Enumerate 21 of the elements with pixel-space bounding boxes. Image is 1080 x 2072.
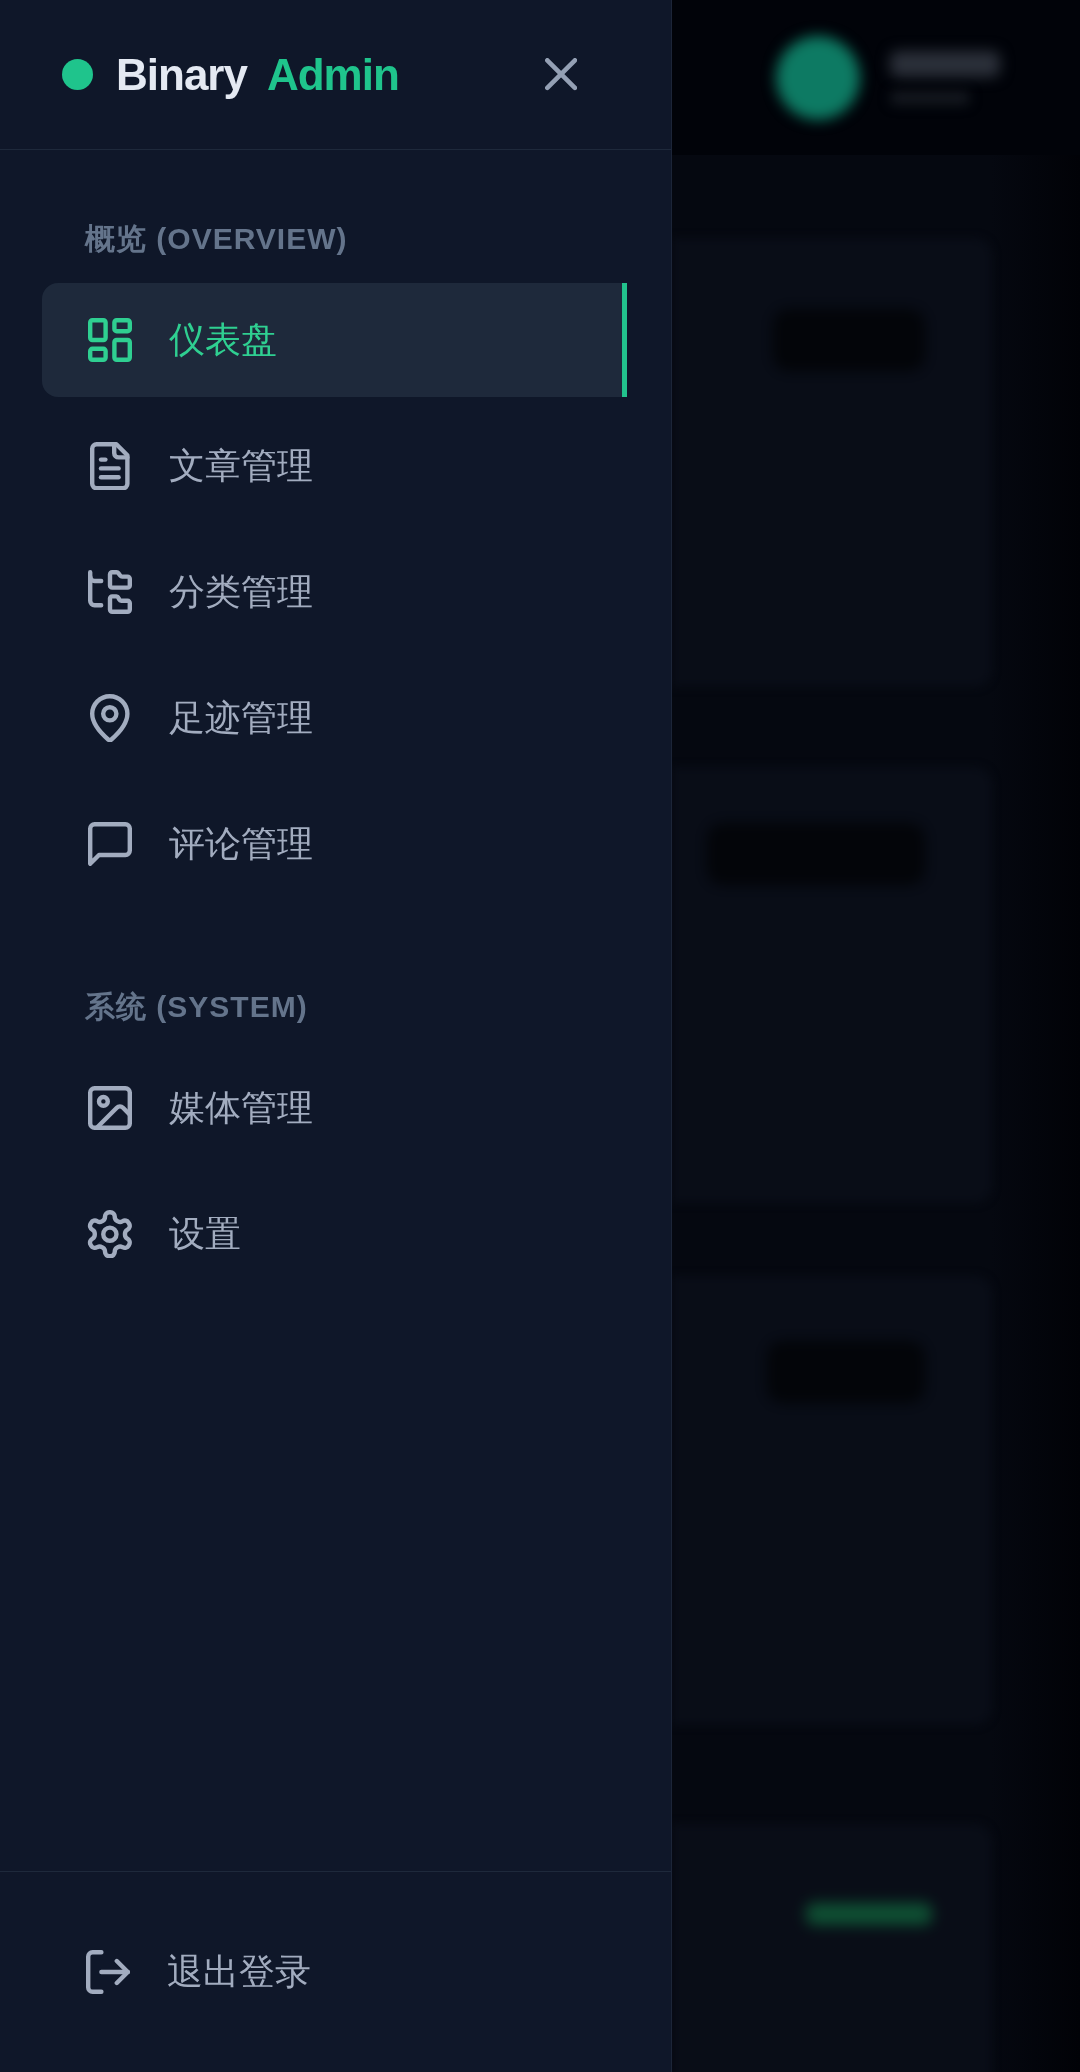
document-icon: [90, 441, 130, 491]
picture-icon: [88, 1086, 132, 1130]
nav-item[interactable]: 文章管理: [42, 409, 627, 523]
logo-text: Binary: [116, 52, 247, 97]
logout-button[interactable]: 退出登录: [40, 1915, 627, 2029]
nav-item[interactable]: 分类管理: [42, 535, 627, 649]
map-pin-icon: [90, 693, 130, 743]
nav-item[interactable]: 媒体管理: [42, 1051, 627, 1165]
grid-icon: [88, 318, 132, 362]
section-heading: 系统 (SYSTEM): [84, 989, 309, 1025]
nav-item[interactable]: 仪表盘: [42, 283, 627, 397]
nav-item[interactable]: 足迹管理: [42, 661, 627, 775]
nav-item[interactable]: 评论管理: [42, 787, 627, 901]
settings-icon: [87, 1209, 133, 1259]
speech-bubble-icon: [88, 822, 132, 866]
logo-dot-icon: [62, 59, 93, 90]
close-icon: [544, 58, 577, 91]
section-heading: 概览 (OVERVIEW): [83, 221, 349, 257]
nav-item[interactable]: 设置: [42, 1177, 627, 1291]
folder-tree-icon: [88, 570, 132, 614]
logo-accent-text: Admin: [266, 52, 399, 97]
